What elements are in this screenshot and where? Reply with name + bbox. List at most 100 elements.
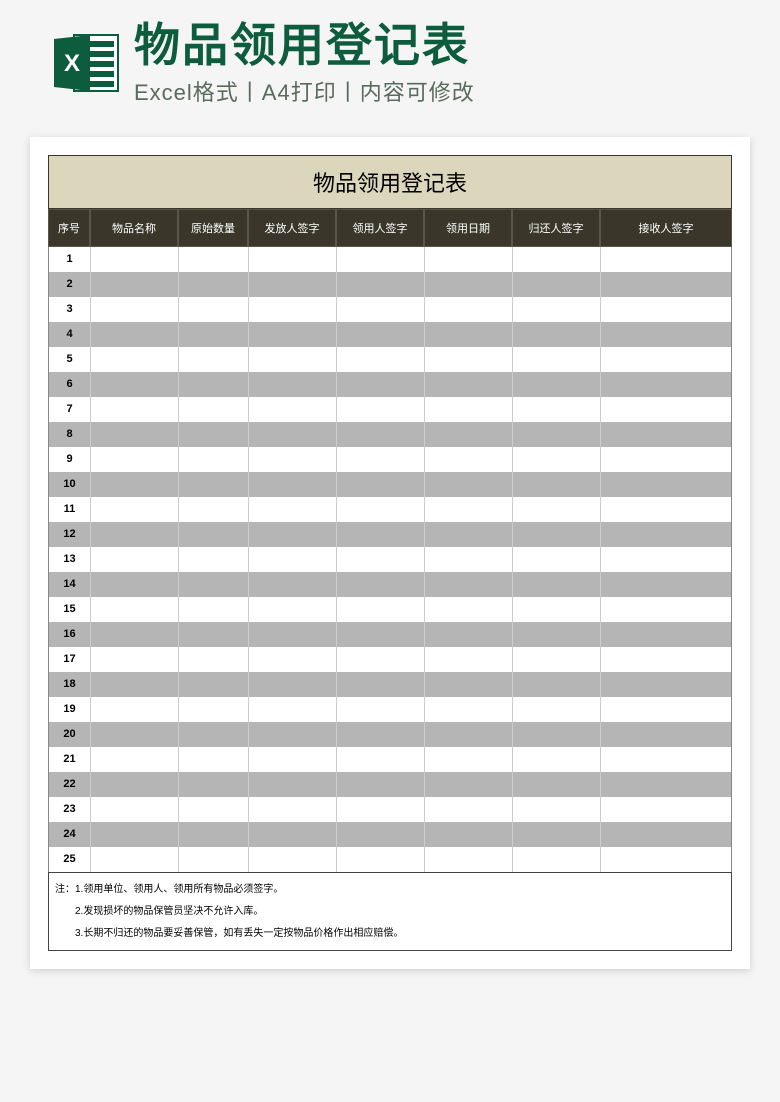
table-cell [425,647,513,672]
table-cell [337,497,425,522]
table-row: 5 [49,347,731,372]
excel-icon: X [50,27,122,99]
table-cell [337,422,425,447]
table-cell [91,622,179,647]
table-row: 22 [49,772,731,797]
table-cell [425,372,513,397]
table-cell [601,697,731,722]
notes-label: 注： [55,884,75,895]
table-cell [513,422,601,447]
table-cell [179,597,249,622]
table-cell [249,297,337,322]
table-cell [179,847,249,872]
table-cell: 6 [49,372,91,397]
table-cell [425,422,513,447]
table-cell [513,522,601,547]
table-row: 9 [49,447,731,472]
table-cell [601,247,731,272]
table-cell: 11 [49,497,91,522]
table-cell [513,597,601,622]
col-header-seq: 序号 [48,209,90,247]
table-cell [337,772,425,797]
table-cell [513,797,601,822]
table-cell [337,572,425,597]
table-cell: 1 [49,247,91,272]
table-cell [601,647,731,672]
table-cell [179,447,249,472]
table-cell [513,322,601,347]
table-cell [425,472,513,497]
table-row: 10 [49,472,731,497]
table-cell [179,572,249,597]
table-cell [91,822,179,847]
table-cell [337,472,425,497]
table-row: 23 [49,797,731,822]
header-text: 物品领用登记表 Excel格式丨A4打印丨内容可修改 [134,20,750,107]
table-cell [179,472,249,497]
table-cell [179,372,249,397]
table-cell: 8 [49,422,91,447]
header-banner: X 物品领用登记表 Excel格式丨A4打印丨内容可修改 [0,0,780,117]
table-cell [91,722,179,747]
table-row: 13 [49,547,731,572]
table-cell [179,647,249,672]
table-cell [425,797,513,822]
banner-title: 物品领用登记表 [134,20,750,71]
table-cell [249,572,337,597]
table-cell [337,797,425,822]
table-cell [513,822,601,847]
table-cell [601,497,731,522]
table-cell [91,747,179,772]
table-row: 18 [49,672,731,697]
table-row: 16 [49,622,731,647]
table-cell [513,722,601,747]
table-cell [337,272,425,297]
table-cell [425,772,513,797]
table-cell [91,547,179,572]
table-cell [337,722,425,747]
table-cell [337,297,425,322]
note-line-1: 注：1.领用单位、领用人、领用所有物品必须签字。 [55,880,725,899]
table-cell [337,822,425,847]
table-cell [425,522,513,547]
table-cell [513,247,601,272]
table-row: 24 [49,822,731,847]
table-cell [513,697,601,722]
table-cell [337,397,425,422]
table-cell [513,547,601,572]
table-header-row: 序号 物品名称 原始数量 发放人签字 领用人签字 领用日期 归还人签字 接收人签… [48,209,732,247]
table-row: 2 [49,272,731,297]
table-cell [425,572,513,597]
table-cell [513,297,601,322]
table-cell [91,347,179,372]
table-cell [249,272,337,297]
table-cell [249,522,337,547]
note-line-3: 3.长期不归还的物品要妥善保管，如有丢失一定按物品价格作出相应赔偿。 [55,924,725,943]
table-cell [601,772,731,797]
table-cell [601,372,731,397]
table-cell [249,422,337,447]
document-page: 物品领用登记表 序号 物品名称 原始数量 发放人签字 领用人签字 领用日期 归还… [30,137,750,969]
table-cell [513,672,601,697]
table-cell [337,322,425,347]
table-cell [601,347,731,372]
table-cell [179,722,249,747]
table-cell [601,722,731,747]
table-cell [601,672,731,697]
table-cell [91,297,179,322]
table-cell [337,247,425,272]
table-row: 11 [49,497,731,522]
table-cell [249,597,337,622]
table-cell [249,697,337,722]
notes-section: 注：1.领用单位、领用人、领用所有物品必须签字。 2.发现损坏的物品保管员坚决不… [48,872,732,951]
table-cell [337,597,425,622]
table-cell [179,672,249,697]
table-cell: 25 [49,847,91,872]
table-cell [91,647,179,672]
table-cell [601,472,731,497]
table-cell [91,797,179,822]
table-cell: 5 [49,347,91,372]
col-header-acceptor: 接收人签字 [600,209,732,247]
table-cell: 14 [49,572,91,597]
table-row: 1 [49,247,731,272]
